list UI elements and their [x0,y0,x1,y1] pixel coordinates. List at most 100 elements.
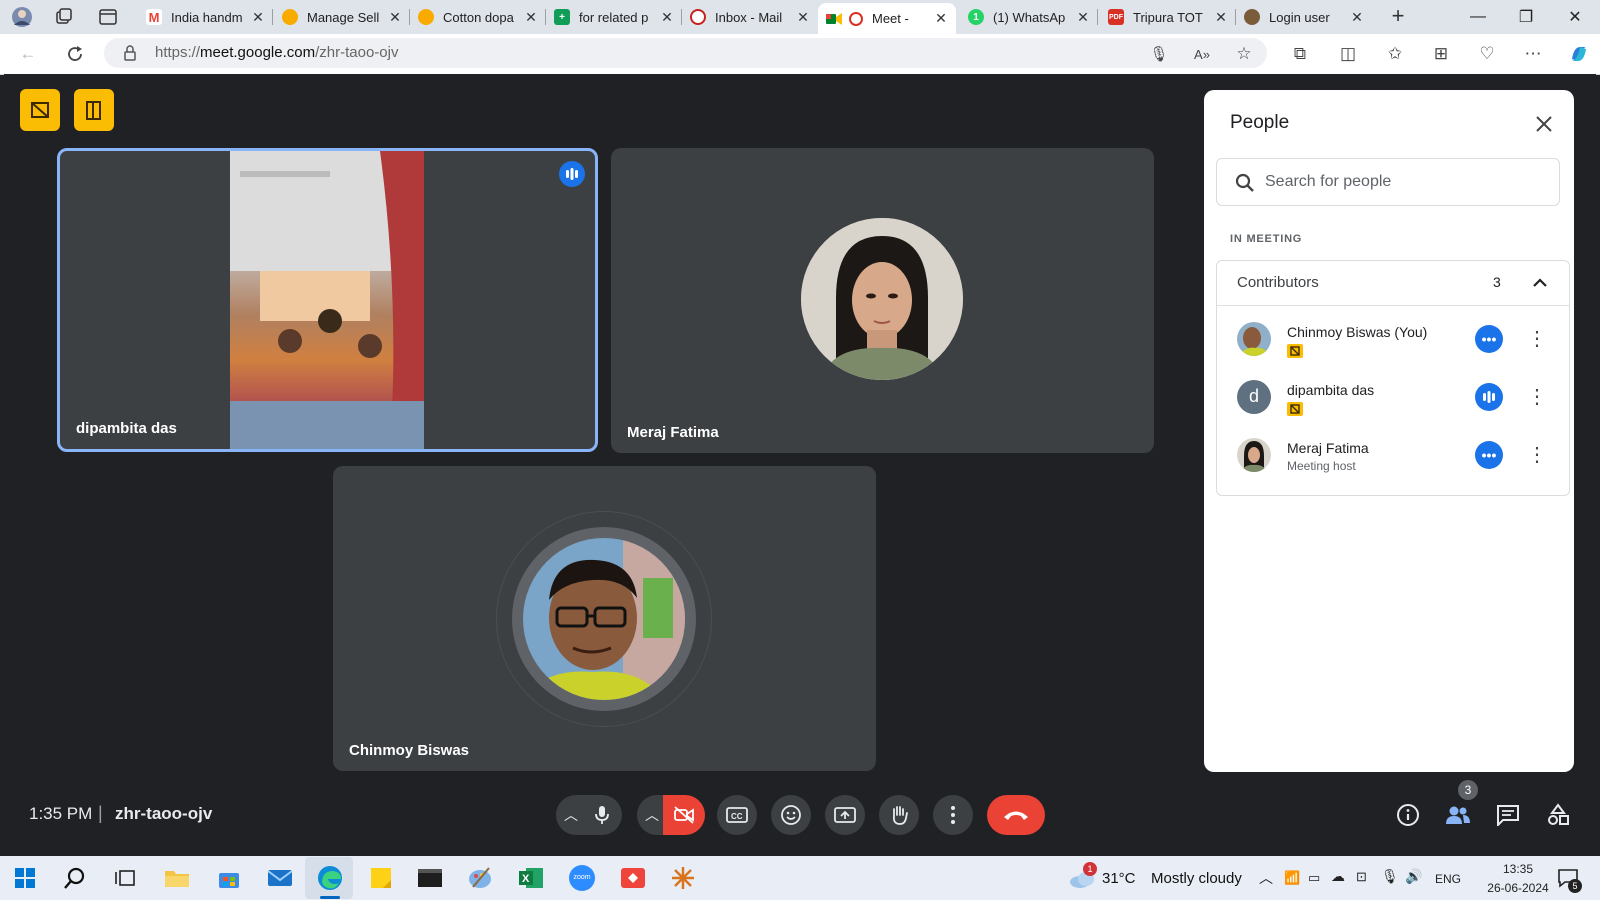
restore-icon[interactable]: ❐ [1503,4,1549,30]
more-dots-icon[interactable]: ••• [1475,325,1503,353]
close-icon[interactable]: ✕ [249,9,267,26]
more-menu-icon[interactable]: ⋯ [1519,40,1547,68]
task-view-icon[interactable] [108,861,142,895]
tab-title: for related p [579,9,649,25]
mail-app-icon[interactable] [263,861,297,895]
microphone-button[interactable] [582,795,622,835]
end-call-button[interactable] [987,795,1045,835]
raise-hand-icon [892,806,908,825]
onedrive-cloud-icon[interactable]: ☁ [1331,868,1345,885]
microphone-icon[interactable]: 🎙 [1145,40,1173,68]
profile-avatar-icon[interactable] [8,5,36,29]
zoom-app-icon[interactable]: zoom [565,861,599,895]
browser-tab[interactable]: Login user ✕ [1236,3,1372,31]
minimize-icon[interactable]: — [1455,4,1501,30]
meeting-details-icon[interactable] [1390,797,1426,833]
close-icon[interactable]: ✕ [1348,9,1366,26]
search-people-input[interactable]: Search for people [1216,158,1560,206]
app-icon[interactable] [666,861,700,895]
weather-description[interactable]: Mostly cloudy [1151,870,1242,887]
close-icon[interactable]: ✕ [522,9,540,26]
browser-tab[interactable]: + for related p ✕ [546,3,682,31]
present-button[interactable] [825,795,865,835]
participant-row[interactable]: Meraj Fatima Meeting host ••• ⋮ [1217,428,1562,484]
split-screen-icon[interactable]: ◫ [1334,40,1362,68]
microphone-in-use-icon[interactable]: 🎙 [1381,868,1399,885]
close-icon[interactable]: ✕ [386,9,404,26]
more-dots-icon[interactable]: ••• [1475,441,1503,469]
close-icon[interactable]: ✕ [658,9,676,26]
battery-icon[interactable]: ▭ [1308,870,1320,886]
video-tile[interactable]: Meraj Fatima [611,148,1154,453]
raise-hand-button[interactable] [879,795,919,835]
lock-icon[interactable] [122,44,138,62]
browser-tab-active[interactable]: Meet - ✕ [818,3,956,34]
extensions-icon[interactable]: ⧉ [1286,40,1314,68]
kebab-menu-icon[interactable]: ⋮ [1527,383,1547,411]
camera-off-button[interactable] [663,795,705,835]
back-icon[interactable]: ← [14,40,42,68]
browser-tab[interactable]: Inbox - Mail ✕ [682,3,818,31]
whatsapp-icon: 1 [968,9,984,25]
volume-icon[interactable]: 🔊 [1405,868,1422,885]
input-language[interactable]: ENG [1435,872,1461,886]
sticky-notes-icon[interactable] [364,861,398,895]
video-tile[interactable]: Chinmoy Biswas [333,466,876,771]
microsoft-store-icon[interactable] [212,861,246,895]
windows-start-icon[interactable] [8,861,42,895]
people-icon[interactable] [1440,797,1476,833]
kebab-menu-icon[interactable]: ⋮ [1527,325,1547,353]
participant-row[interactable]: d dipambita das ⋮ [1217,370,1562,426]
reactions-button[interactable] [771,795,811,835]
network-icon[interactable]: 📶 [1284,870,1300,886]
close-icon[interactable]: ✕ [932,10,950,27]
kebab-menu-icon[interactable]: ⋮ [1527,441,1547,469]
browser-tab[interactable]: PDF Tripura TOT ✕ [1100,3,1236,31]
meeting-code: zhr-taoo-ojv [115,804,213,823]
url-text[interactable]: https://meet.google.com/zhr-taoo-ojv [155,44,398,61]
search-icon[interactable] [58,861,92,895]
edge-browser-icon[interactable] [313,861,347,895]
close-icon[interactable]: ✕ [794,9,812,26]
more-options-button[interactable] [933,795,973,835]
browser-essentials-icon[interactable]: ♡ [1473,40,1501,68]
captions-button[interactable]: CC [717,795,757,835]
excel-icon[interactable]: X [514,861,548,895]
video-tile-active[interactable]: dipambita das [57,148,598,452]
workspaces-icon[interactable] [54,7,74,27]
show-hidden-icons-chevron-icon[interactable]: ︿ [1259,868,1273,888]
new-tab-icon[interactable]: + [1386,5,1410,29]
favorites-icon[interactable]: ✩ [1381,40,1409,68]
paint-icon[interactable] [463,861,497,895]
activities-icon[interactable] [1540,797,1576,833]
chat-icon[interactable] [1490,797,1526,833]
copilot-icon[interactable] [1565,40,1593,68]
window-close-icon[interactable]: ✕ [1552,4,1598,30]
tab-actions-icon[interactable] [98,7,118,27]
refresh-icon[interactable] [61,40,89,68]
browser-tab[interactable]: M India handm ✕ [138,3,273,31]
chevron-up-icon[interactable] [1531,274,1549,292]
terminal-icon[interactable] [413,861,447,895]
close-panel-icon[interactable] [1530,110,1558,138]
file-explorer-icon[interactable] [160,861,194,895]
weather-temp[interactable]: 31°C [1102,870,1136,887]
browser-tab[interactable]: 1 (1) WhatsAp ✕ [960,3,1098,31]
collections-icon[interactable]: ⊞ [1427,40,1455,68]
clock-date[interactable]: 26-06-2024 [1473,881,1563,895]
browser-tab-strip: M India handm ✕ Manage Sell ✕ Cotton dop… [0,0,1600,34]
browser-tab[interactable]: Manage Sell ✕ [274,3,410,31]
read-aloud-icon[interactable]: A» [1188,40,1216,68]
contributors-header[interactable]: Contributors 3 [1217,261,1569,306]
close-icon[interactable]: ✕ [1074,9,1092,26]
close-icon[interactable]: ✕ [1212,9,1230,26]
favorite-star-icon[interactable]: ☆ [1230,40,1258,68]
clock-time[interactable]: 13:35 [1478,862,1558,876]
browser-tab[interactable]: Cotton dopa ✕ [410,3,546,31]
host-controls-icon[interactable] [20,89,60,131]
breakout-rooms-icon[interactable] [74,89,114,131]
anydesk-icon[interactable] [616,861,650,895]
meet-now-icon[interactable]: ⊡ [1356,869,1367,885]
avatar [1237,438,1271,472]
participant-row[interactable]: Chinmoy Biswas (You) ••• ⋮ [1217,312,1562,368]
